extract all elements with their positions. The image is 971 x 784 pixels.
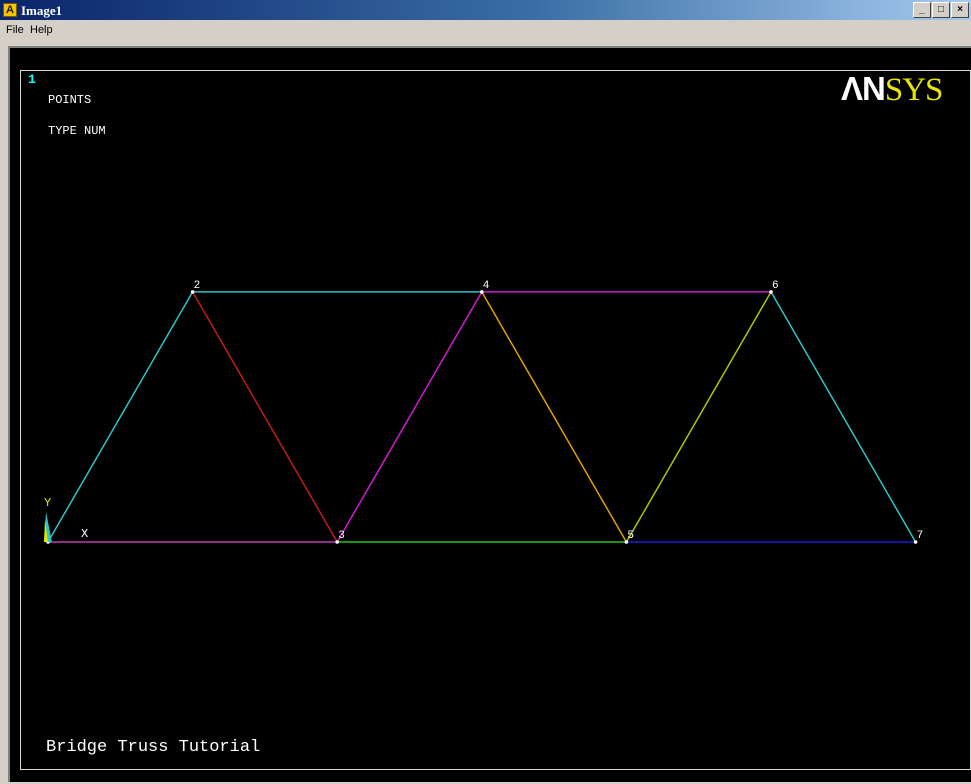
- truss-line-4[interactable]: [336, 291, 483, 543]
- truss-line-6[interactable]: [481, 291, 628, 543]
- truss-line-8[interactable]: [770, 291, 917, 543]
- keypoint-label-4: 4: [483, 280, 490, 292]
- ansys-logo: ΛNSYS: [841, 70, 944, 109]
- truss-plot: 2 4 6 3 5 7 Y X: [44, 280, 924, 544]
- plot-label-type-num: TYPE NUM: [48, 124, 106, 138]
- keypoint-label-7: 7: [917, 530, 924, 542]
- truss-line-7[interactable]: [625, 291, 772, 543]
- ansys-logo-an: ΛN: [841, 70, 886, 107]
- triad-x-label: X: [81, 527, 88, 541]
- keypoint-label-3: 3: [338, 530, 345, 542]
- window-number: 1: [28, 72, 36, 87]
- keypoint-label-2: 2: [194, 280, 201, 292]
- truss-line-1[interactable]: [47, 291, 194, 543]
- triad-y-label: Y: [44, 496, 51, 510]
- keypoint-label-5: 5: [627, 530, 634, 542]
- plot-label-points: POINTS: [48, 93, 92, 107]
- plot-title: Bridge Truss Tutorial: [46, 738, 261, 757]
- ansys-logo-sys: SYS: [884, 72, 944, 108]
- truss-line-3[interactable]: [191, 291, 338, 543]
- keypoint-label-6: 6: [772, 280, 779, 292]
